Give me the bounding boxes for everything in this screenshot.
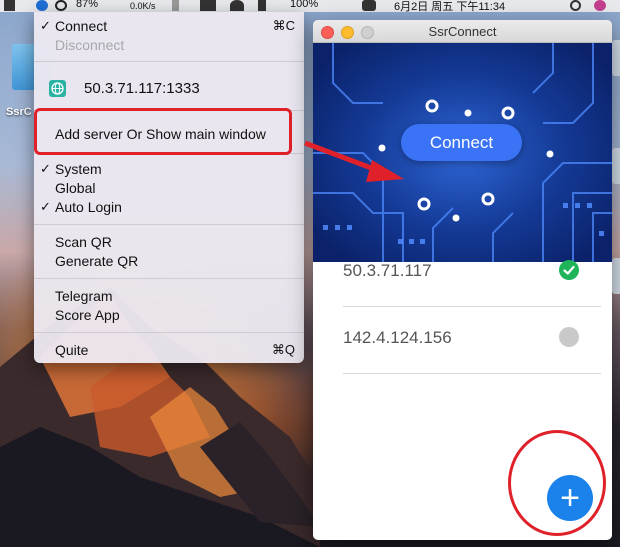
connect-button[interactable]: Connect: [401, 124, 522, 161]
clock-label[interactable]: 6月2日 周五 下午11:34: [394, 0, 505, 12]
sync-icon[interactable]: [55, 0, 67, 11]
menu-separator: [34, 61, 304, 62]
menu-item-server[interactable]: 50.3.71.117:1333: [84, 80, 200, 97]
menu-item-scan-qr[interactable]: Scan QR: [55, 234, 112, 250]
menu-item-quit[interactable]: Quite: [55, 342, 88, 358]
user-avatar-icon[interactable]: [594, 0, 606, 11]
desktop-file-icon-right-2[interactable]: [612, 148, 620, 184]
server-row[interactable]: 50.3.71.117: [343, 240, 601, 307]
s-app-icon[interactable]: [362, 0, 376, 11]
desktop-file-icon-right-1[interactable]: [612, 40, 620, 76]
menu-bar: 87% 0.0K/s 100% 6月2日 周五 下午11:34: [0, 0, 620, 12]
status-menu: ✓ Connect ⌘C Disconnect 50.3.71.117:1333…: [34, 12, 304, 363]
grid-icon[interactable]: [4, 0, 15, 11]
connect-shortcut: ⌘C: [272, 18, 295, 33]
server-ip-label: 142.4.124.156: [343, 328, 452, 347]
checkmark-icon: ✓: [40, 18, 51, 33]
menu-item-auto-login[interactable]: Auto Login: [55, 199, 122, 215]
idle-status-icon: [559, 327, 579, 347]
menu-separator: [34, 278, 304, 279]
quit-shortcut: ⌘Q: [271, 342, 295, 357]
connected-check-icon: [559, 260, 579, 280]
net-speed-label: 0.0K/s: [130, 1, 156, 11]
bluetooth-icon[interactable]: [172, 0, 179, 11]
annotation-highlight-box: [34, 108, 292, 155]
checkmark-icon: ✓: [40, 199, 51, 214]
checkmark-icon: ✓: [40, 161, 51, 176]
wifi-icon[interactable]: [230, 0, 244, 11]
menu-separator: [34, 332, 304, 333]
menu-item-disconnect[interactable]: Disconnect: [55, 37, 124, 53]
battery-percent-label: 87%: [76, 0, 99, 10]
menu-item-global[interactable]: Global: [55, 180, 95, 196]
menu-separator: [34, 224, 304, 225]
server-row[interactable]: 142.4.124.156: [343, 307, 601, 374]
hero-banner: Connect: [313, 43, 612, 262]
desktop-icon-label: SsrC: [6, 106, 32, 118]
globe-icon: [49, 80, 66, 97]
keyboard-icon[interactable]: [200, 0, 216, 11]
menu-item-generate-qr[interactable]: Generate QR: [55, 253, 138, 269]
window-titlebar[interactable]: SsrConnect: [313, 20, 612, 43]
annotation-circle: [508, 430, 606, 536]
search-icon[interactable]: [570, 0, 581, 11]
volume-icon[interactable]: [258, 0, 266, 11]
menu-item-score-app[interactable]: Score App: [55, 307, 120, 323]
menu-item-telegram[interactable]: Telegram: [55, 288, 113, 304]
ssr-status-icon[interactable]: [36, 0, 48, 11]
battery-percent-2-label: 100%: [290, 0, 319, 10]
menu-item-system[interactable]: System: [55, 161, 102, 177]
desktop-file-icon-right-3[interactable]: [612, 258, 620, 294]
menu-item-connect[interactable]: Connect: [55, 18, 107, 34]
server-ip-label: 50.3.71.117: [343, 261, 432, 280]
window-title: SsrConnect: [428, 24, 497, 39]
